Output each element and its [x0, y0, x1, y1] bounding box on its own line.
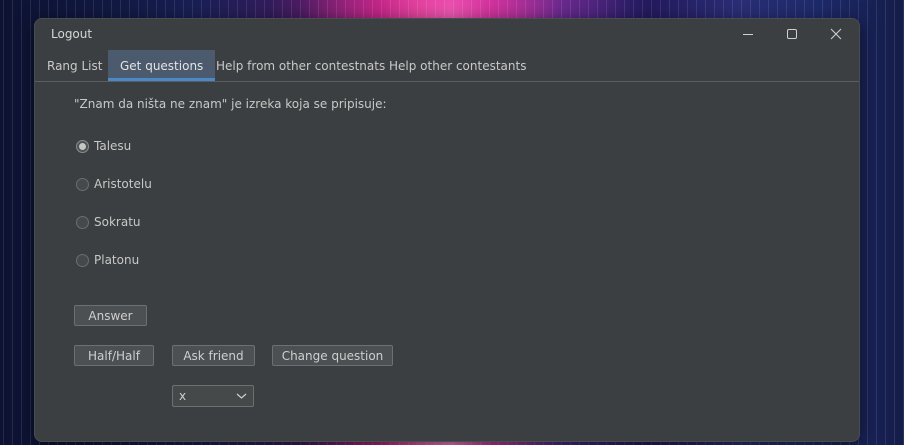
close-icon — [830, 28, 842, 40]
answer-option-talesu[interactable]: Talesu — [76, 137, 131, 155]
answer-option-platonu[interactable]: Platonu — [76, 251, 139, 269]
answer-option-aristotelu[interactable]: Aristotelu — [76, 175, 152, 193]
answer-option-label: Platonu — [94, 253, 140, 267]
radio-button[interactable] — [76, 177, 89, 191]
tab-help-from-other-contestants[interactable]: Help from other contestnats — [204, 50, 397, 81]
close-button[interactable] — [814, 19, 858, 49]
radio-button[interactable] — [76, 253, 89, 267]
question-text: "Znam da ništa ne znam" je izreka koja s… — [74, 97, 387, 111]
half-half-button[interactable]: Half/Half — [74, 345, 154, 366]
title-bar: Logout — [35, 19, 859, 50]
radio-button[interactable] — [76, 215, 89, 229]
window-title: Logout — [51, 27, 93, 41]
answer-option-sokratu[interactable]: Sokratu — [76, 213, 141, 231]
ask-friend-button[interactable]: Ask friend — [172, 345, 255, 366]
tab-bar: Rang List Get questions Help from other … — [35, 50, 859, 82]
minimize-icon — [743, 34, 753, 35]
friend-select[interactable]: x — [172, 385, 254, 407]
answer-option-label: Aristotelu — [94, 177, 152, 191]
maximize-button[interactable] — [770, 19, 814, 49]
answer-option-label: Talesu — [94, 139, 132, 153]
tab-get-questions[interactable]: Get questions — [108, 50, 216, 81]
friend-select-value: x — [179, 389, 187, 403]
maximize-icon — [787, 29, 797, 39]
answer-option-label: Sokratu — [94, 215, 141, 229]
tab-rang-list[interactable]: Rang List — [35, 50, 114, 81]
change-question-button[interactable]: Change question — [272, 345, 393, 366]
radio-selected-dot — [79, 142, 86, 150]
chevron-down-icon — [236, 393, 247, 399]
radio-button[interactable] — [76, 139, 89, 153]
answer-button[interactable]: Answer — [74, 305, 147, 326]
minimize-button[interactable] — [726, 19, 770, 49]
tab-help-other-contestants[interactable]: Help other contestants — [377, 50, 538, 81]
app-window: Logout Rang List Get questions Help from… — [34, 18, 860, 442]
